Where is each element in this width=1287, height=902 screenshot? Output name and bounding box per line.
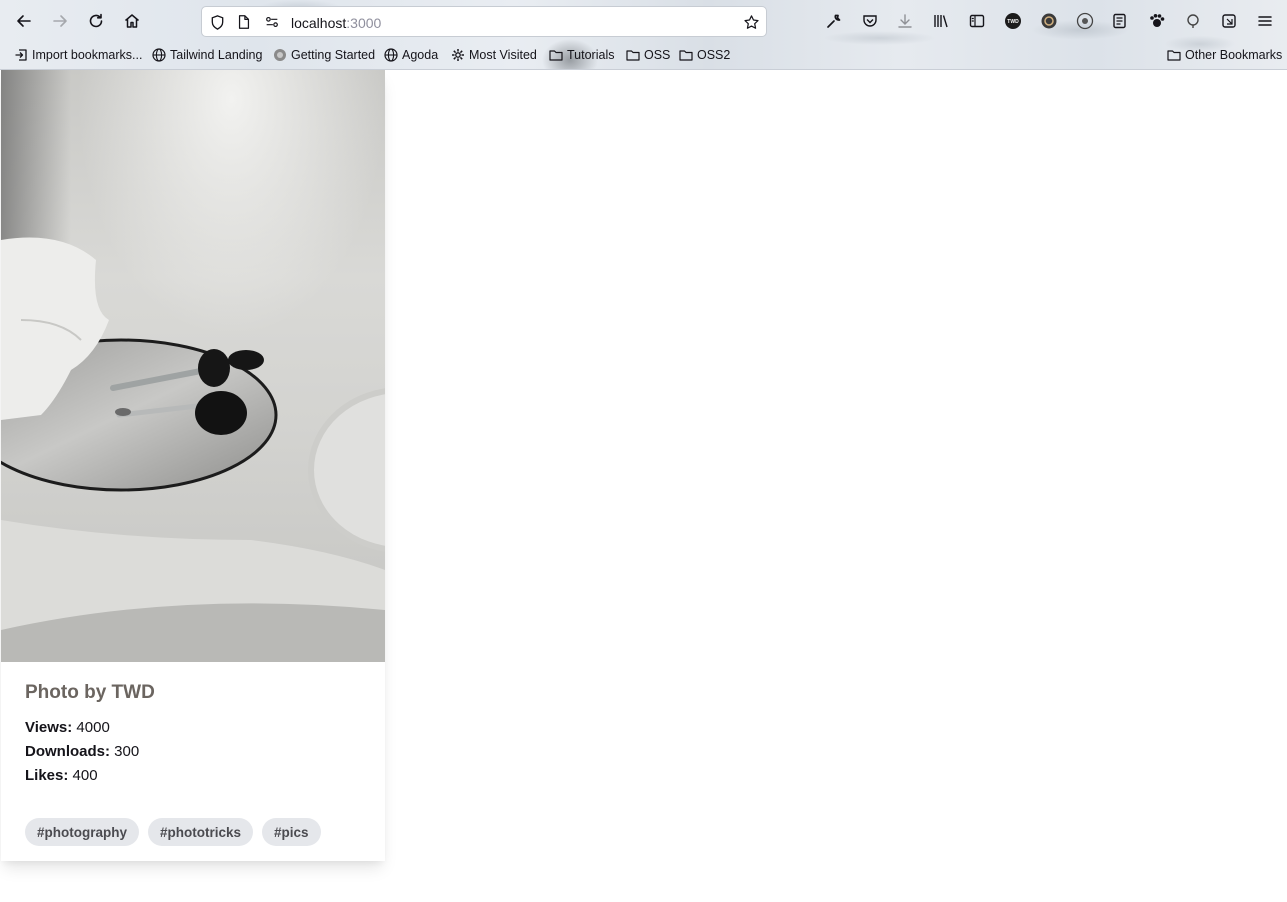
reload-button[interactable] [83,8,109,34]
globe-icon [384,48,398,62]
card-body: Photo by TWD Views: 4000 Downloads: 300 … [25,682,365,788]
bookmark-agoda[interactable]: Agoda [384,45,438,65]
tag-pics: #pics [262,818,321,846]
wrench-icon [827,14,841,28]
bookmark-label: Tailwind Landing [170,48,263,62]
download-icon [898,14,912,28]
bookmarks-toolbar: Import bookmarks... Tailwind Landing Get… [0,44,1287,66]
stat-value: 400 [72,767,98,784]
paw-icon [1150,14,1165,27]
address-bar[interactable]: localhost:3000 [201,6,767,37]
extension-button-2[interactable] [1073,9,1097,33]
library-icon [934,15,948,28]
sidebar-icon [969,14,985,28]
photo-card: Photo by TWD Views: 4000 Downloads: 300 … [1,70,385,861]
back-button[interactable] [11,8,37,34]
stat-views: Views: 4000 [25,716,365,740]
folder-icon [626,50,640,61]
shield-icon[interactable] [208,13,226,31]
globe-icon [152,48,166,62]
bookmark-label: Agoda [402,48,439,62]
url-port: :3000 [346,15,382,31]
profile-avatar-icon: TWD [1005,13,1021,29]
folder-icon [549,50,563,61]
eyedropper-icon [1187,14,1199,28]
stat-downloads: Downloads: 300 [25,740,365,764]
arrow-left-icon [17,15,31,27]
bookmark-label: Most Visited [469,48,537,62]
notes-button[interactable] [1108,9,1132,33]
home-icon [125,14,139,28]
hamburger-menu-icon [1258,16,1272,26]
extension-button-3[interactable] [1145,9,1169,33]
home-button[interactable] [119,8,145,34]
menu-button[interactable] [1253,9,1277,33]
browser-chrome: localhost:3000 TWD Import bookmarks... T… [0,0,1287,70]
bookmark-folder-oss2[interactable]: OSS2 [679,45,730,65]
extension-button[interactable] [1037,9,1061,33]
bookmark-import[interactable]: Import bookmarks... [14,45,142,65]
bookmark-label: OSS2 [697,48,731,62]
pocket-icon [863,15,877,27]
arrow-right-icon [53,15,67,27]
bookmark-label: OSS [644,48,671,62]
url-host: localhost [291,15,347,31]
tag-list: #photography #phototricks #pics [25,818,321,846]
url-text[interactable]: localhost:3000 [291,15,381,31]
puzzle-icon [1222,14,1236,28]
folder-icon [679,50,693,61]
card-photo [1,70,385,662]
gear-icon [452,49,464,61]
bookmark-label: Getting Started [291,48,376,62]
bookmark-label: Other Bookmarks [1185,48,1283,62]
bookmark-folder-tutorials[interactable]: Tutorials [549,45,614,65]
stat-label: Downloads: [25,743,110,760]
stat-likes: Likes: 400 [25,764,365,788]
card-title: Photo by TWD [25,682,155,703]
permissions-icon[interactable] [263,13,281,31]
extension-badge-icon [1041,13,1057,29]
bookmark-star-icon[interactable] [742,13,760,31]
profile-button[interactable]: TWD [1001,9,1025,33]
downloads-button[interactable] [893,9,917,33]
bookmark-label: Import bookmarks... [32,48,143,62]
firefox-icon [274,49,286,61]
bookmark-folder-oss[interactable]: OSS [626,45,670,65]
svg-text:TWD: TWD [1007,19,1019,25]
tag-photography: #photography [25,818,139,846]
bookmark-getting-started[interactable]: Getting Started [273,45,375,65]
stat-label: Views: [25,719,73,736]
extension-button-4[interactable] [1181,9,1205,33]
stat-value: 4000 [76,719,110,736]
flower-icon [1076,12,1094,30]
bookmark-label: Tutorials [567,48,615,62]
page-icon[interactable] [235,13,253,31]
notes-icon [1113,13,1126,29]
devtools-button[interactable] [822,9,846,33]
navigation-toolbar: localhost:3000 TWD [0,4,1287,38]
folder-icon [1167,50,1181,61]
bookmark-tailwind-landing[interactable]: Tailwind Landing [152,45,262,65]
sidebar-button[interactable] [965,9,989,33]
import-icon [15,49,27,61]
pocket-button[interactable] [858,9,882,33]
reload-icon [89,13,103,28]
bookmark-most-visited[interactable]: Most Visited [451,45,537,65]
stat-label: Likes: [25,767,69,784]
stat-value: 300 [114,743,140,760]
forward-button[interactable] [47,8,73,34]
tag-phototricks: #phototricks [148,818,254,846]
bookmark-folder-other[interactable]: Other Bookmarks [1167,45,1282,65]
library-button[interactable] [929,9,953,33]
extension-button-5[interactable] [1217,9,1241,33]
